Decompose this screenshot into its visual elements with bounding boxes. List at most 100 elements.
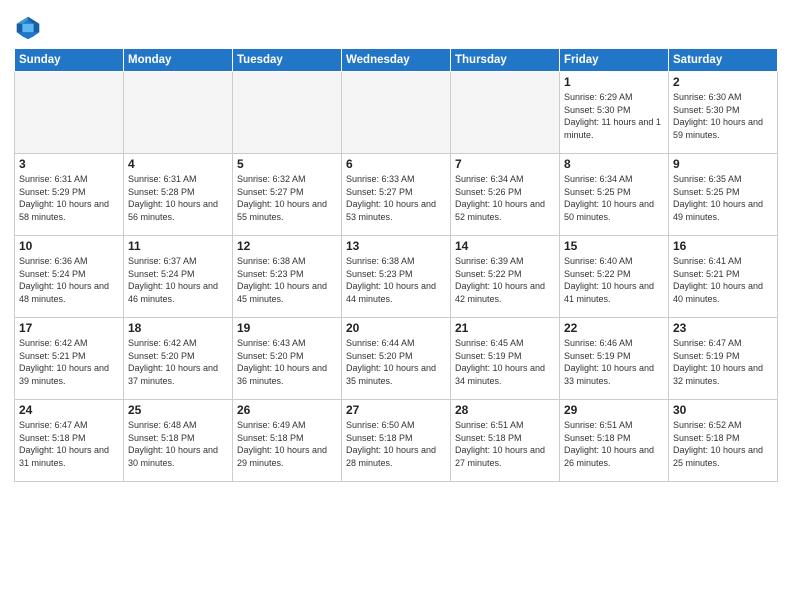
calendar-cell: 23 Sunrise: 6:47 AM Sunset: 5:19 PM Dayli… [669, 318, 778, 400]
calendar-cell: 10 Sunrise: 6:36 AM Sunset: 5:24 PM Dayli… [15, 236, 124, 318]
day-number: 22 [564, 321, 664, 335]
calendar-cell: 29Sunrise: 6:51 AM Sunset: 5:18 PM Dayli… [560, 400, 669, 482]
day-info: Sunrise: 6:29 AM Sunset: 5:30 PM Dayligh… [564, 91, 664, 141]
calendar-cell: 9 Sunrise: 6:35 AM Sunset: 5:25 PM Daylig… [669, 154, 778, 236]
day-number: 21 [455, 321, 555, 335]
day-number: 28 [455, 403, 555, 417]
day-number: 2 [673, 75, 773, 89]
day-info: Sunrise: 6:36 AM Sunset: 5:24 PM Dayligh… [19, 255, 119, 305]
day-info: Sunrise: 6:43 AM Sunset: 5:20 PM Dayligh… [237, 337, 337, 387]
calendar-cell: 16 Sunrise: 6:41 AM Sunset: 5:21 PM Dayli… [669, 236, 778, 318]
day-number: 24 [19, 403, 119, 417]
day-info: Sunrise: 6:34 AM Sunset: 5:25 PM Dayligh… [564, 173, 664, 223]
day-number: 15 [564, 239, 664, 253]
calendar-cell: 12Sunrise: 6:38 AM Sunset: 5:23 PM Dayli… [233, 236, 342, 318]
day-number: 1 [564, 75, 664, 89]
calendar-cell: 17 Sunrise: 6:42 AM Sunset: 5:21 PM Dayli… [15, 318, 124, 400]
calendar-cell: 19Sunrise: 6:43 AM Sunset: 5:20 PM Dayli… [233, 318, 342, 400]
logo [14, 14, 46, 42]
calendar-cell [124, 72, 233, 154]
day-info: Sunrise: 6:31 AM Sunset: 5:28 PM Dayligh… [128, 173, 228, 223]
calendar-weekday-thursday: Thursday [451, 49, 560, 72]
calendar-cell: 30 Sunrise: 6:52 AM Sunset: 5:18 PM Dayli… [669, 400, 778, 482]
logo-icon [14, 14, 42, 42]
calendar-cell: 3 Sunrise: 6:31 AM Sunset: 5:29 PM Daylig… [15, 154, 124, 236]
calendar-week-1: 3 Sunrise: 6:31 AM Sunset: 5:29 PM Daylig… [15, 154, 778, 236]
calendar-cell: 6 Sunrise: 6:33 AM Sunset: 5:27 PM Daylig… [342, 154, 451, 236]
day-number: 25 [128, 403, 228, 417]
calendar-cell: 24 Sunrise: 6:47 AM Sunset: 5:18 PM Dayli… [15, 400, 124, 482]
day-number: 20 [346, 321, 446, 335]
calendar-week-4: 24 Sunrise: 6:47 AM Sunset: 5:18 PM Dayli… [15, 400, 778, 482]
calendar-weekday-wednesday: Wednesday [342, 49, 451, 72]
calendar-cell: 20Sunrise: 6:44 AM Sunset: 5:20 PM Dayli… [342, 318, 451, 400]
calendar-header-row: SundayMondayTuesdayWednesdayThursdayFrid… [15, 49, 778, 72]
day-info: Sunrise: 6:41 AM Sunset: 5:21 PM Dayligh… [673, 255, 773, 305]
day-info: Sunrise: 6:32 AM Sunset: 5:27 PM Dayligh… [237, 173, 337, 223]
day-info: Sunrise: 6:49 AM Sunset: 5:18 PM Dayligh… [237, 419, 337, 469]
day-number: 6 [346, 157, 446, 171]
day-number: 9 [673, 157, 773, 171]
day-number: 4 [128, 157, 228, 171]
day-number: 30 [673, 403, 773, 417]
day-info: Sunrise: 6:42 AM Sunset: 5:20 PM Dayligh… [128, 337, 228, 387]
calendar-cell: 1 Sunrise: 6:29 AM Sunset: 5:30 PM Daylig… [560, 72, 669, 154]
calendar-weekday-saturday: Saturday [669, 49, 778, 72]
page-container: SundayMondayTuesdayWednesdayThursdayFrid… [0, 0, 792, 492]
day-info: Sunrise: 6:38 AM Sunset: 5:23 PM Dayligh… [346, 255, 446, 305]
calendar-cell: 7 Sunrise: 6:34 AM Sunset: 5:26 PM Daylig… [451, 154, 560, 236]
calendar-cell: 26 Sunrise: 6:49 AM Sunset: 5:18 PM Dayli… [233, 400, 342, 482]
calendar-week-0: 1 Sunrise: 6:29 AM Sunset: 5:30 PM Daylig… [15, 72, 778, 154]
calendar-cell: 5 Sunrise: 6:32 AM Sunset: 5:27 PM Daylig… [233, 154, 342, 236]
day-info: Sunrise: 6:45 AM Sunset: 5:19 PM Dayligh… [455, 337, 555, 387]
day-number: 23 [673, 321, 773, 335]
day-info: Sunrise: 6:46 AM Sunset: 5:19 PM Dayligh… [564, 337, 664, 387]
page-header [14, 10, 778, 42]
day-number: 3 [19, 157, 119, 171]
day-info: Sunrise: 6:34 AM Sunset: 5:26 PM Dayligh… [455, 173, 555, 223]
calendar-cell: 18 Sunrise: 6:42 AM Sunset: 5:20 PM Dayli… [124, 318, 233, 400]
calendar-cell: 11 Sunrise: 6:37 AM Sunset: 5:24 PM Dayli… [124, 236, 233, 318]
calendar-cell: 28 Sunrise: 6:51 AM Sunset: 5:18 PM Dayli… [451, 400, 560, 482]
day-number: 27 [346, 403, 446, 417]
calendar-week-3: 17 Sunrise: 6:42 AM Sunset: 5:21 PM Dayli… [15, 318, 778, 400]
calendar-weekday-sunday: Sunday [15, 49, 124, 72]
day-info: Sunrise: 6:39 AM Sunset: 5:22 PM Dayligh… [455, 255, 555, 305]
day-info: Sunrise: 6:51 AM Sunset: 5:18 PM Dayligh… [455, 419, 555, 469]
day-number: 11 [128, 239, 228, 253]
day-info: Sunrise: 6:37 AM Sunset: 5:24 PM Dayligh… [128, 255, 228, 305]
calendar-cell [233, 72, 342, 154]
day-number: 26 [237, 403, 337, 417]
day-info: Sunrise: 6:47 AM Sunset: 5:19 PM Dayligh… [673, 337, 773, 387]
day-info: Sunrise: 6:38 AM Sunset: 5:23 PM Dayligh… [237, 255, 337, 305]
day-number: 18 [128, 321, 228, 335]
calendar-cell: 4 Sunrise: 6:31 AM Sunset: 5:28 PM Daylig… [124, 154, 233, 236]
day-info: Sunrise: 6:40 AM Sunset: 5:22 PM Dayligh… [564, 255, 664, 305]
calendar-cell [342, 72, 451, 154]
day-info: Sunrise: 6:31 AM Sunset: 5:29 PM Dayligh… [19, 173, 119, 223]
calendar-weekday-tuesday: Tuesday [233, 49, 342, 72]
day-number: 13 [346, 239, 446, 253]
calendar-cell [451, 72, 560, 154]
day-info: Sunrise: 6:35 AM Sunset: 5:25 PM Dayligh… [673, 173, 773, 223]
day-number: 5 [237, 157, 337, 171]
day-number: 16 [673, 239, 773, 253]
day-info: Sunrise: 6:42 AM Sunset: 5:21 PM Dayligh… [19, 337, 119, 387]
day-number: 14 [455, 239, 555, 253]
calendar-cell: 15 Sunrise: 6:40 AM Sunset: 5:22 PM Dayli… [560, 236, 669, 318]
calendar-week-2: 10 Sunrise: 6:36 AM Sunset: 5:24 PM Dayli… [15, 236, 778, 318]
day-info: Sunrise: 6:47 AM Sunset: 5:18 PM Dayligh… [19, 419, 119, 469]
day-number: 10 [19, 239, 119, 253]
calendar-cell: 2Sunrise: 6:30 AM Sunset: 5:30 PM Daylig… [669, 72, 778, 154]
calendar-cell: 14 Sunrise: 6:39 AM Sunset: 5:22 PM Dayli… [451, 236, 560, 318]
day-info: Sunrise: 6:48 AM Sunset: 5:18 PM Dayligh… [128, 419, 228, 469]
day-number: 8 [564, 157, 664, 171]
calendar-cell: 22 Sunrise: 6:46 AM Sunset: 5:19 PM Dayli… [560, 318, 669, 400]
day-number: 17 [19, 321, 119, 335]
calendar-cell [15, 72, 124, 154]
day-number: 7 [455, 157, 555, 171]
day-info: Sunrise: 6:33 AM Sunset: 5:27 PM Dayligh… [346, 173, 446, 223]
day-number: 29 [564, 403, 664, 417]
day-info: Sunrise: 6:52 AM Sunset: 5:18 PM Dayligh… [673, 419, 773, 469]
calendar-cell: 13 Sunrise: 6:38 AM Sunset: 5:23 PM Dayli… [342, 236, 451, 318]
